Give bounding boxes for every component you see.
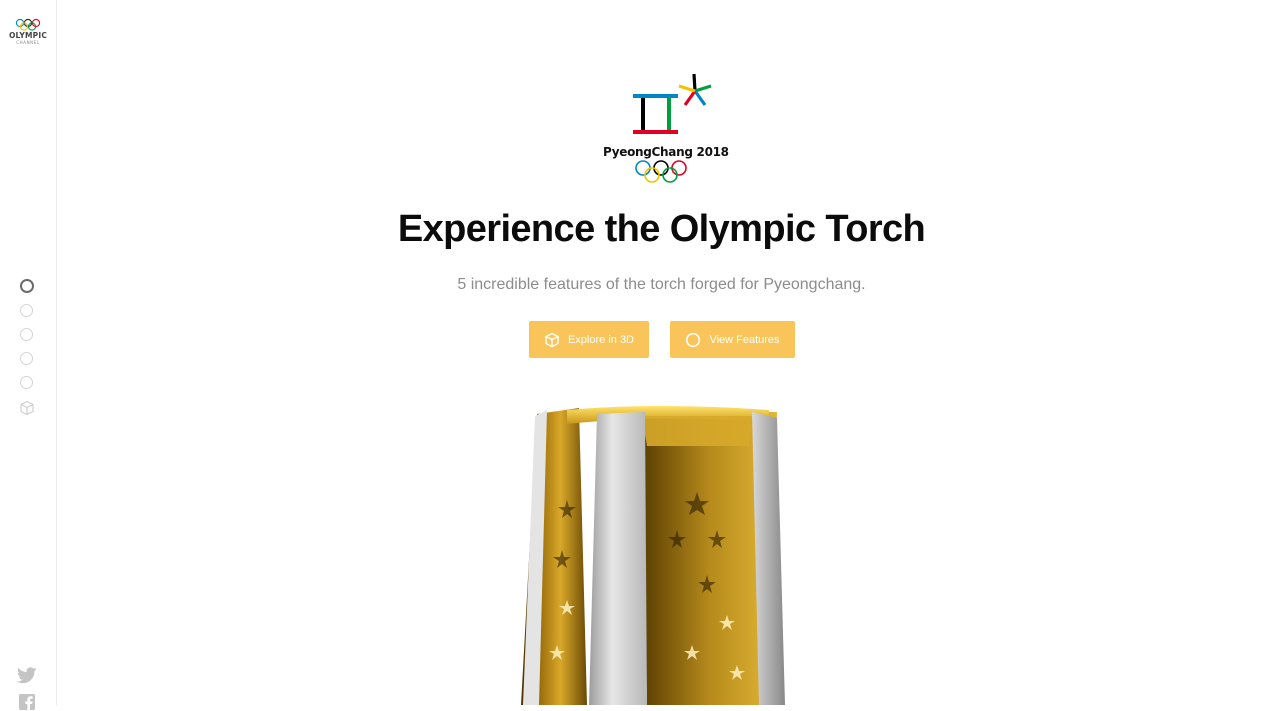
logo-subtext: CHANNEL (16, 40, 40, 45)
emblem-text: PyeongChang 2018 (603, 145, 729, 159)
view-features-label: View Features (709, 333, 780, 346)
circle-icon (686, 332, 701, 347)
main-content: PyeongChang 2018 Experience the Olympic … (57, 0, 1266, 705)
pyeongchang-emblem: PyeongChang 2018 (603, 72, 729, 190)
logo-text: OLYMPIC (8, 31, 48, 40)
nav-dot-5[interactable] (20, 376, 33, 389)
facebook-icon[interactable] (17, 693, 37, 711)
cube-icon (545, 332, 559, 347)
nav-dot-1[interactable] (20, 279, 34, 293)
nav-dot-2[interactable] (20, 304, 33, 317)
page-subtitle: 5 incredible features of the torch forge… (457, 276, 866, 293)
olympic-rings-icon (635, 160, 687, 183)
olympic-torch-image[interactable] (507, 400, 807, 705)
explore-3d-label: Explore in 3D (567, 333, 635, 346)
cube-icon[interactable] (19, 400, 35, 416)
twitter-icon[interactable] (17, 667, 37, 684)
page-title: Experience the Olympic Torch (397, 208, 926, 250)
nav-dot-3[interactable] (20, 328, 33, 341)
olympic-channel-logo[interactable]: OLYMPIC CHANNEL (0, 18, 56, 45)
olympic-rings-icon (15, 18, 41, 31)
view-features-button[interactable]: View Features (670, 321, 795, 358)
pyeongchang-logo-icon (633, 73, 712, 134)
explore-3d-button[interactable]: Explore in 3D (529, 321, 649, 358)
nav-dot-4[interactable] (20, 352, 33, 365)
sidebar: OLYMPIC CHANNEL (0, 0, 57, 711)
section-nav (19, 279, 35, 416)
